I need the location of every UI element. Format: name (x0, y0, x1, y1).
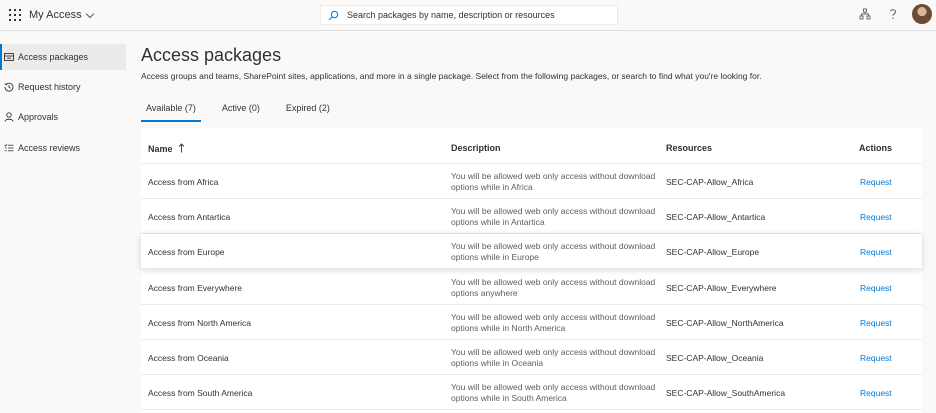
request-link[interactable]: Request (860, 212, 892, 222)
search-input[interactable] (347, 10, 607, 20)
person-icon (4, 112, 16, 122)
package-description: You will be allowed web only access with… (451, 382, 656, 403)
avatar[interactable] (912, 4, 932, 24)
package-name: Access from South America (148, 388, 253, 398)
package-name: Access from Europe (148, 247, 225, 257)
access-packages-table: Name Description Resources Actions Acces… (141, 128, 922, 413)
review-list-icon (4, 143, 16, 153)
tab-bar: Available (7) Active (0) Expired (2) (141, 102, 351, 122)
table-row[interactable]: Access from Africa You will be allowed w… (141, 164, 922, 199)
package-name: Access from Oceania (148, 353, 229, 363)
sort-ascending-icon (178, 143, 185, 153)
package-name: Access from North America (148, 318, 251, 328)
table-row[interactable]: Access from North America You will be al… (141, 305, 922, 340)
request-link[interactable]: Request (860, 353, 892, 363)
search-icon (328, 10, 339, 20)
app-switcher[interactable]: My Access (29, 9, 94, 21)
help-icon[interactable] (888, 8, 898, 20)
package-icon (4, 52, 16, 62)
chevron-down-icon (85, 9, 94, 18)
package-description: You will be allowed web only access with… (451, 171, 656, 192)
request-link[interactable]: Request (860, 177, 892, 187)
package-resource: SEC-CAP-Allow_Everywhere (666, 283, 777, 293)
sidebar-item-label: Access packages (18, 52, 89, 62)
sidebar-item-access-packages[interactable]: Access packages (0, 44, 126, 70)
request-link[interactable]: Request (860, 247, 892, 257)
package-description: You will be allowed web only access with… (451, 241, 656, 262)
table-row[interactable]: Access from South America You will be al… (141, 375, 922, 410)
package-description: You will be allowed web only access with… (451, 206, 656, 227)
app-launcher-icon[interactable] (9, 9, 21, 21)
package-description: You will be allowed web only access with… (451, 347, 656, 368)
package-resource: SEC-CAP-Allow_SouthAmerica (666, 388, 786, 398)
table-row[interactable]: Access from Oceania You will be allowed … (141, 340, 922, 375)
page-title: Access packages (141, 45, 282, 65)
package-resource: SEC-CAP-Allow_Europe (666, 247, 760, 257)
sidebar-item-access-reviews[interactable]: Access reviews (0, 135, 126, 161)
package-resource: SEC-CAP-Allow_Africa (666, 177, 754, 187)
sidebar-item-label: Request history (18, 82, 81, 92)
table-row[interactable]: Access from Antartica You will be allowe… (141, 199, 922, 234)
column-header-name[interactable]: Name (148, 143, 185, 154)
tab-active[interactable]: Active (0) (217, 102, 265, 122)
package-name: Access from Everywhere (148, 283, 242, 293)
package-name: Access from Antartica (148, 212, 231, 222)
app-title: My Access (29, 9, 82, 21)
package-resource: SEC-CAP-Allow_Antartica (666, 212, 766, 222)
table-header: Name Description Resources Actions (141, 128, 922, 164)
tab-available[interactable]: Available (7) (141, 102, 201, 122)
sidebar-item-label: Approvals (18, 112, 59, 122)
column-header-resources: Resources (666, 143, 713, 153)
page-description: Access groups and teams, SharePoint site… (141, 71, 762, 81)
column-header-description: Description (451, 143, 501, 153)
table-row[interactable]: Access from Europe You will be allowed w… (141, 234, 922, 269)
search-box[interactable] (320, 5, 618, 25)
main-content: Access packages Access groups and teams,… (126, 31, 936, 413)
request-link[interactable]: Request (860, 283, 892, 293)
package-resource: SEC-CAP-Allow_NorthAmerica (666, 318, 784, 328)
package-description: You will be allowed web only access with… (451, 277, 656, 298)
sidebar-item-label: Access reviews (18, 143, 81, 153)
table-row[interactable]: Access from Everywhere You will be allow… (141, 270, 922, 305)
package-resource: SEC-CAP-Allow_Oceania (666, 353, 764, 363)
package-name: Access from Africa (148, 177, 219, 187)
request-link[interactable]: Request (860, 318, 892, 328)
sidebar: Access packages Request history Approval… (0, 31, 126, 413)
top-bar: My Access (0, 0, 936, 31)
column-header-actions: Actions (859, 143, 893, 153)
package-description: You will be allowed web only access with… (451, 312, 656, 333)
history-icon (4, 82, 16, 92)
tab-expired[interactable]: Expired (2) (281, 102, 335, 122)
sidebar-item-approvals[interactable]: Approvals (0, 104, 126, 130)
organization-icon[interactable] (859, 8, 871, 20)
sidebar-item-request-history[interactable]: Request history (0, 74, 126, 100)
request-link[interactable]: Request (860, 388, 892, 398)
